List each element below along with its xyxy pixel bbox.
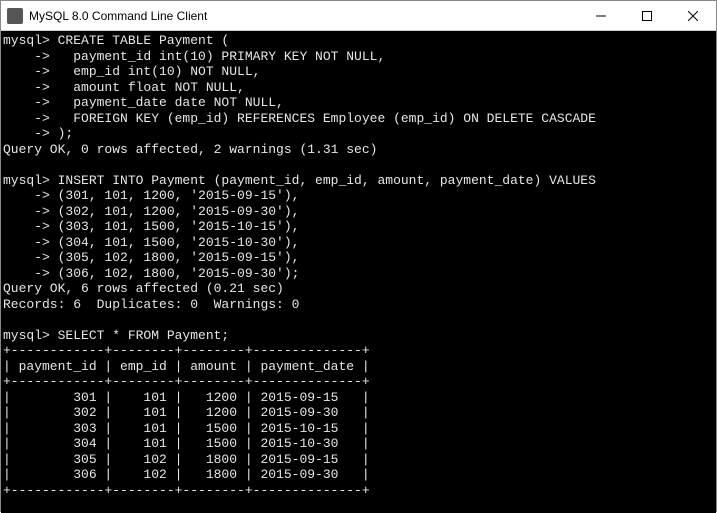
terminal-output[interactable]: mysql> CREATE TABLE Payment ( -> payment… xyxy=(1,31,716,513)
window-buttons xyxy=(578,1,716,30)
maximize-icon xyxy=(642,11,652,21)
maximize-button[interactable] xyxy=(624,1,670,30)
minimize-icon xyxy=(596,11,606,21)
window-title: MySQL 8.0 Command Line Client xyxy=(29,9,578,23)
app-icon xyxy=(7,8,23,24)
close-icon xyxy=(688,11,698,21)
titlebar: MySQL 8.0 Command Line Client xyxy=(1,1,716,31)
close-button[interactable] xyxy=(670,1,716,30)
minimize-button[interactable] xyxy=(578,1,624,30)
